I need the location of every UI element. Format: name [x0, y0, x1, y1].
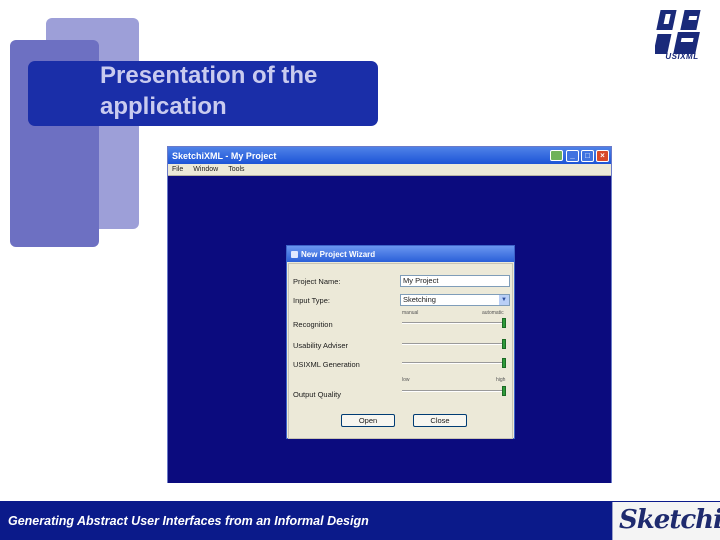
chevron-down-icon[interactable]: ▼ — [499, 295, 509, 305]
maximize-icon[interactable]: □ — [581, 149, 594, 162]
usixml-label: USIXML Generation — [293, 360, 360, 369]
input-type-label: Input Type: — [293, 296, 330, 305]
recognition-label: Recognition — [293, 320, 333, 329]
slider-thumb[interactable] — [502, 386, 506, 396]
output-min-tick: low — [402, 377, 410, 383]
menu-tools[interactable]: Tools — [228, 166, 244, 173]
sketchi-logo: Sketchi — [612, 502, 720, 540]
slider-track — [402, 322, 504, 324]
usixml-slider[interactable] — [400, 358, 510, 368]
wizard-body: Project Name: My Project Input Type: Ske… — [288, 263, 513, 439]
slide-title: Presentation of the application — [100, 62, 318, 120]
close-icon[interactable]: × — [596, 149, 609, 162]
wizard-titlebar[interactable]: New Project Wizard — [287, 246, 514, 262]
wizard-title: New Project Wizard — [301, 249, 376, 259]
slider-thumb[interactable] — [502, 358, 506, 368]
menu-window[interactable]: Window — [193, 166, 218, 173]
palette-icon[interactable] — [550, 150, 563, 161]
recognition-min-tick: manual — [402, 310, 419, 316]
close-button[interactable]: Close — [413, 414, 467, 427]
output-quality-slider[interactable] — [400, 386, 510, 396]
project-name-input[interactable]: My Project — [400, 275, 510, 287]
app-titlebar[interactable]: SketchiXML - My Project _ □ × — [168, 147, 611, 164]
recognition-slider[interactable] — [400, 318, 510, 328]
new-project-wizard: New Project Wizard Project Name: My Proj… — [286, 245, 515, 439]
recognition-max-tick: automatic — [482, 310, 504, 316]
minimize-icon[interactable]: _ — [566, 149, 579, 162]
footer-text: Generating Abstract User Interfaces from… — [8, 514, 369, 528]
slider-track — [402, 362, 504, 364]
usability-slider[interactable] — [400, 339, 510, 349]
menu-file[interactable]: File — [172, 166, 183, 173]
usability-label: Usability Adviser — [293, 341, 349, 350]
input-type-select[interactable]: Sketching ▼ — [400, 294, 510, 306]
wizard-icon — [291, 250, 298, 258]
slider-thumb[interactable] — [502, 318, 506, 328]
usixml-logo-text: USIXML — [665, 52, 699, 61]
output-max-tick: high — [496, 377, 506, 383]
sketchi-logo-text: Sketchi — [619, 505, 720, 535]
slider-thumb[interactable] — [502, 339, 506, 349]
slider-track — [402, 390, 504, 392]
output-quality-label: Output Quality — [293, 390, 341, 399]
open-button[interactable]: Open — [341, 414, 395, 427]
app-menubar: File Window Tools — [168, 164, 611, 176]
project-name-label: Project Name: — [293, 277, 341, 286]
app-window-title: SketchiXML - My Project — [172, 150, 277, 161]
input-type-value: Sketching — [403, 295, 436, 304]
slider-track — [402, 343, 504, 345]
